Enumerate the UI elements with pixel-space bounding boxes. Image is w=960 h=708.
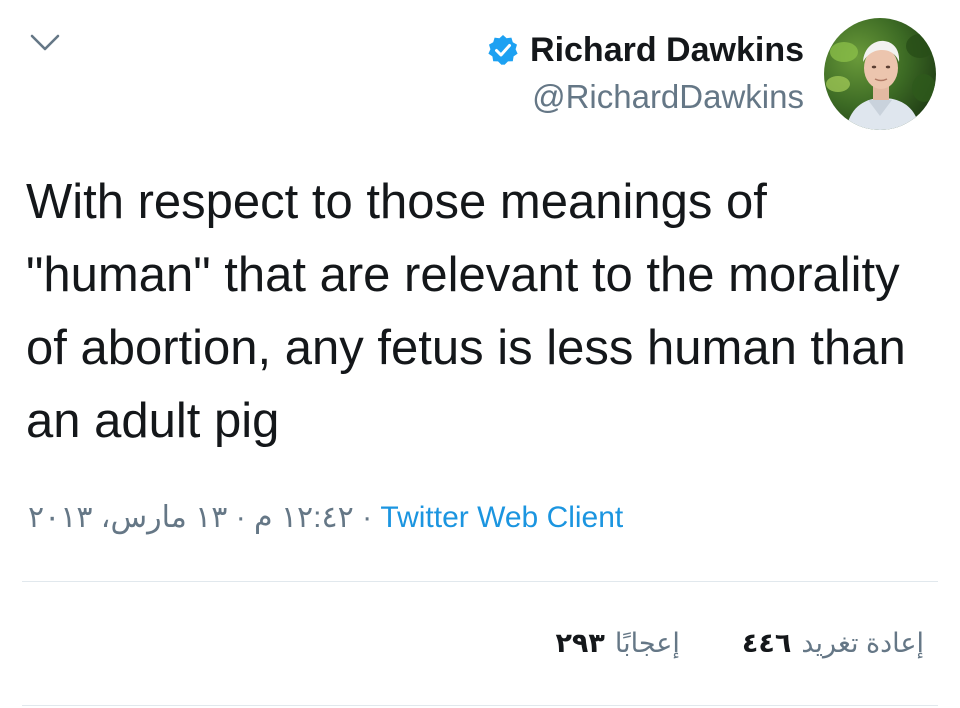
tweet-client-link[interactable]: Twitter Web Client [380,501,623,534]
divider [22,581,938,582]
tweet-header: Richard Dawkins @RichardDawkins [486,18,936,130]
tweet-stats: إعادة تغريد ٤٤٦ إعجابًا ٢٩٣ [503,625,934,661]
profile-photo [824,18,936,130]
retweet-label: إعادة تغريد [801,628,924,658]
author-names[interactable]: Richard Dawkins @RichardDawkins [486,28,804,120]
retweet-count: ٤٤٦ [741,628,792,658]
avatar[interactable] [824,18,936,130]
like-label: إعجابًا [614,628,680,658]
display-name-row[interactable]: Richard Dawkins [486,28,804,72]
like-stat[interactable]: إعجابًا ٢٩٣ [555,625,689,661]
verified-badge-icon [488,35,518,65]
tweet-meta: ١٢:٤٢ م · ١٣ مارس، ٢٠١٣ · Twitter Web Cl… [28,498,623,538]
chevron-down-icon[interactable] [28,30,62,54]
like-count: ٢٩٣ [555,628,605,658]
display-name[interactable]: Richard Dawkins [530,28,804,72]
retweet-stat[interactable]: إعادة تغريد ٤٤٦ [742,625,934,661]
meta-separator: · [353,501,381,534]
user-handle[interactable]: @RichardDawkins [532,74,804,120]
divider [22,705,938,706]
tweet-text: With respect to those meanings of "human… [26,175,906,448]
tweet-timestamp[interactable]: ١٢:٤٢ م · ١٣ مارس، ٢٠١٣ [28,501,354,534]
